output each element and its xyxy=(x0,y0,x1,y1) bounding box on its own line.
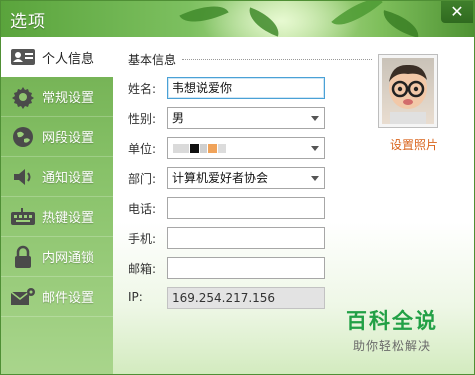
gender-row: 性别: 男 xyxy=(128,107,328,129)
unit-row: 单位: xyxy=(128,137,328,159)
name-label: 姓名: xyxy=(128,82,157,96)
options-window: 选项 ✕ 个人信息 常规设置 网段设置 通知设置 热键设置 内网通锁 邮件设置 … xyxy=(0,0,475,375)
id-card-icon xyxy=(8,44,38,70)
speaker-icon xyxy=(8,164,38,190)
avatar xyxy=(382,58,434,124)
email-row: 邮箱: xyxy=(128,257,328,279)
ip-label: IP: xyxy=(128,290,143,304)
redaction-mask xyxy=(218,144,226,153)
department-select[interactable]: 计算机爱好者协会 xyxy=(167,167,325,189)
sidebar-item-lock[interactable]: 内网通锁 xyxy=(1,237,113,277)
sidebar-item-general[interactable]: 常规设置 xyxy=(1,77,113,117)
department-label: 部门: xyxy=(128,172,157,186)
lock-icon xyxy=(8,244,38,270)
leaf-decoration xyxy=(379,10,423,38)
watermark: 百科全说 助你轻松解决 xyxy=(346,305,438,354)
globe-icon xyxy=(8,124,38,150)
chevron-down-icon xyxy=(311,146,319,151)
gear-icon xyxy=(8,84,38,110)
mobile-label: 手机: xyxy=(128,232,157,246)
sidebar-item-personal-info[interactable]: 个人信息 xyxy=(1,37,113,77)
unit-label: 单位: xyxy=(128,142,157,156)
ip-field: 169.254.217.156 xyxy=(167,287,325,309)
watermark-subtitle: 助你轻松解决 xyxy=(352,339,431,353)
name-field[interactable]: 韦想说爱你 xyxy=(167,77,325,99)
personal-info-panel: 基本信息 姓名: 韦想说爱你 性别: 男 单位: 部门: 计算机爱好者协会 电话… xyxy=(113,37,474,374)
email-label: 邮箱: xyxy=(128,262,157,276)
title-bar: 选项 ✕ xyxy=(1,1,474,61)
window-title: 选项 xyxy=(10,12,46,32)
department-row: 部门: 计算机爱好者协会 xyxy=(128,167,328,189)
redaction-mask xyxy=(190,144,199,153)
unit-select[interactable] xyxy=(167,137,325,159)
sidebar: 个人信息 常规设置 网段设置 通知设置 热键设置 内网通锁 邮件设置 xyxy=(1,37,113,374)
watermark-title: 百科全说 xyxy=(346,309,438,333)
sidebar-item-label: 通知设置 xyxy=(42,171,95,186)
sidebar-item-label: 邮件设置 xyxy=(42,291,95,306)
sidebar-item-label: 内网通锁 xyxy=(42,251,95,266)
sidebar-item-hotkey[interactable]: 热键设置 xyxy=(1,197,113,237)
mail-gear-icon xyxy=(8,284,38,310)
sidebar-item-label: 网段设置 xyxy=(42,131,95,146)
mobile-field[interactable] xyxy=(167,227,325,249)
close-button[interactable]: ✕ xyxy=(441,1,473,23)
avatar-frame[interactable] xyxy=(378,54,438,128)
chevron-down-icon xyxy=(311,116,319,121)
phone-row: 电话: xyxy=(128,197,328,219)
gender-value: 男 xyxy=(172,111,185,125)
sidebar-item-mail[interactable]: 邮件设置 xyxy=(1,277,113,317)
sidebar-item-label: 个人信息 xyxy=(42,51,95,67)
keyboard-icon xyxy=(8,204,38,230)
ip-row: IP: 169.254.217.156 xyxy=(128,287,328,309)
section-divider xyxy=(182,59,372,60)
gender-label: 性别: xyxy=(128,112,157,126)
section-title: 基本信息 xyxy=(128,53,177,67)
close-icon: ✕ xyxy=(450,2,464,21)
sidebar-item-notification[interactable]: 通知设置 xyxy=(1,157,113,197)
department-value: 计算机爱好者协会 xyxy=(172,171,269,185)
set-photo-link[interactable]: 设置照片 xyxy=(390,136,438,153)
phone-field[interactable] xyxy=(167,197,325,219)
sidebar-item-network-segment[interactable]: 网段设置 xyxy=(1,117,113,157)
email-field[interactable] xyxy=(167,257,325,279)
gender-select[interactable]: 男 xyxy=(167,107,325,129)
redaction-mask xyxy=(200,144,207,153)
name-row: 姓名: 韦想说爱你 xyxy=(128,77,328,99)
sidebar-item-label: 常规设置 xyxy=(42,91,95,106)
sidebar-item-label: 热键设置 xyxy=(42,211,95,226)
mobile-row: 手机: xyxy=(128,227,328,249)
chevron-down-icon xyxy=(311,176,319,181)
redaction-mask xyxy=(173,144,189,153)
redaction-mask xyxy=(208,144,217,153)
phone-label: 电话: xyxy=(128,202,157,216)
